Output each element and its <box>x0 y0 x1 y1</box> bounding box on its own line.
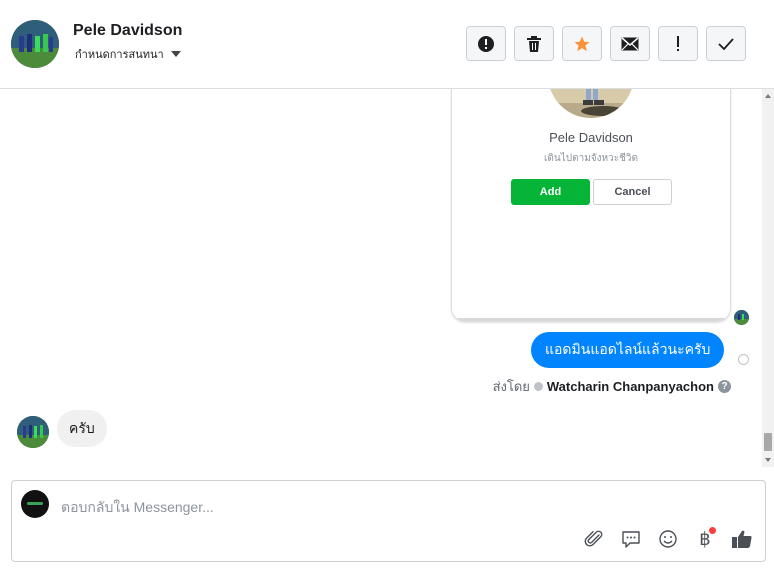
follow-up-button[interactable] <box>658 26 698 61</box>
sent-by-line: ส่งโดย Watcharin Chanpanyachon ? <box>493 376 731 397</box>
page-avatar <box>21 490 49 518</box>
envelope-icon <box>621 36 639 50</box>
verified-icon <box>533 382 543 391</box>
seen-avatar <box>734 310 749 325</box>
profile-card-name: Pele Davidson <box>549 130 633 145</box>
paperclip-icon <box>584 530 603 547</box>
profile-card-status: เดินไปตามจังหวะชีวิต <box>543 153 639 164</box>
add-friend-button[interactable]: Add <box>511 179 590 205</box>
attach-button[interactable] <box>582 527 606 551</box>
delete-button[interactable] <box>514 26 554 61</box>
like-button[interactable] <box>730 527 754 551</box>
star-icon <box>574 36 590 51</box>
alert-circle-icon <box>478 35 494 52</box>
check-icon <box>718 37 734 50</box>
header-actions <box>466 26 746 61</box>
thread-scrollbar[interactable] <box>762 89 774 467</box>
spam-button[interactable] <box>466 26 506 61</box>
composer-tools: ฿ <box>582 527 754 551</box>
cancel-button[interactable]: Cancel <box>593 179 672 205</box>
saved-reply-icon <box>622 531 640 548</box>
trash-icon <box>527 35 541 52</box>
outgoing-message[interactable]: แอดมินแอดไลน์แล้วนะครับ <box>531 332 725 368</box>
exclamation-icon <box>677 35 679 51</box>
emoji-button[interactable] <box>656 527 680 551</box>
incoming-message[interactable]: ครับ <box>57 410 107 447</box>
emoji-icon <box>659 530 677 548</box>
mark-done-button[interactable] <box>706 26 746 61</box>
message-thread[interactable]: Pele Davidson เดินไปตามจังหวะชีวิต Add C… <box>0 89 774 467</box>
scroll-up-arrow[interactable] <box>765 94 771 98</box>
caret-down-icon <box>170 51 181 57</box>
reply-composer[interactable]: ตอบกลับใน Messenger... ฿ <box>11 480 766 562</box>
scrollbar-thumb[interactable] <box>764 433 772 451</box>
sent-by-prefix: ส่งโดย <box>492 379 530 394</box>
card-divider <box>452 318 730 321</box>
contact-name[interactable]: Pele Davidson <box>73 22 182 40</box>
conversation-label-text: กำหนดการสนทนา <box>75 49 164 61</box>
star-button[interactable] <box>562 26 602 61</box>
mark-unread-button[interactable] <box>610 26 650 61</box>
conversation-label-menu[interactable]: กำหนดการสนทนา <box>75 45 181 63</box>
help-icon[interactable]: ? <box>718 380 731 393</box>
profile-card: Pele Davidson เดินไปตามจังหวะชีวิต Add C… <box>451 89 731 322</box>
notification-dot <box>709 527 716 534</box>
sent-by-name: Watcharin Chanpanyachon <box>546 379 714 394</box>
saved-reply-button[interactable] <box>619 527 643 551</box>
payment-button[interactable]: ฿ <box>693 527 717 551</box>
profile-card-photo <box>548 89 634 118</box>
sent-status-icon <box>738 354 749 365</box>
conversation-header: Pele Davidson กำหนดการสนทนา <box>0 0 774 89</box>
like-icon <box>732 530 752 548</box>
sender-avatar <box>17 416 49 448</box>
contact-avatar[interactable] <box>11 20 59 68</box>
scroll-down-arrow[interactable] <box>765 458 771 462</box>
reply-input[interactable]: ตอบกลับใน Messenger... <box>61 497 214 519</box>
